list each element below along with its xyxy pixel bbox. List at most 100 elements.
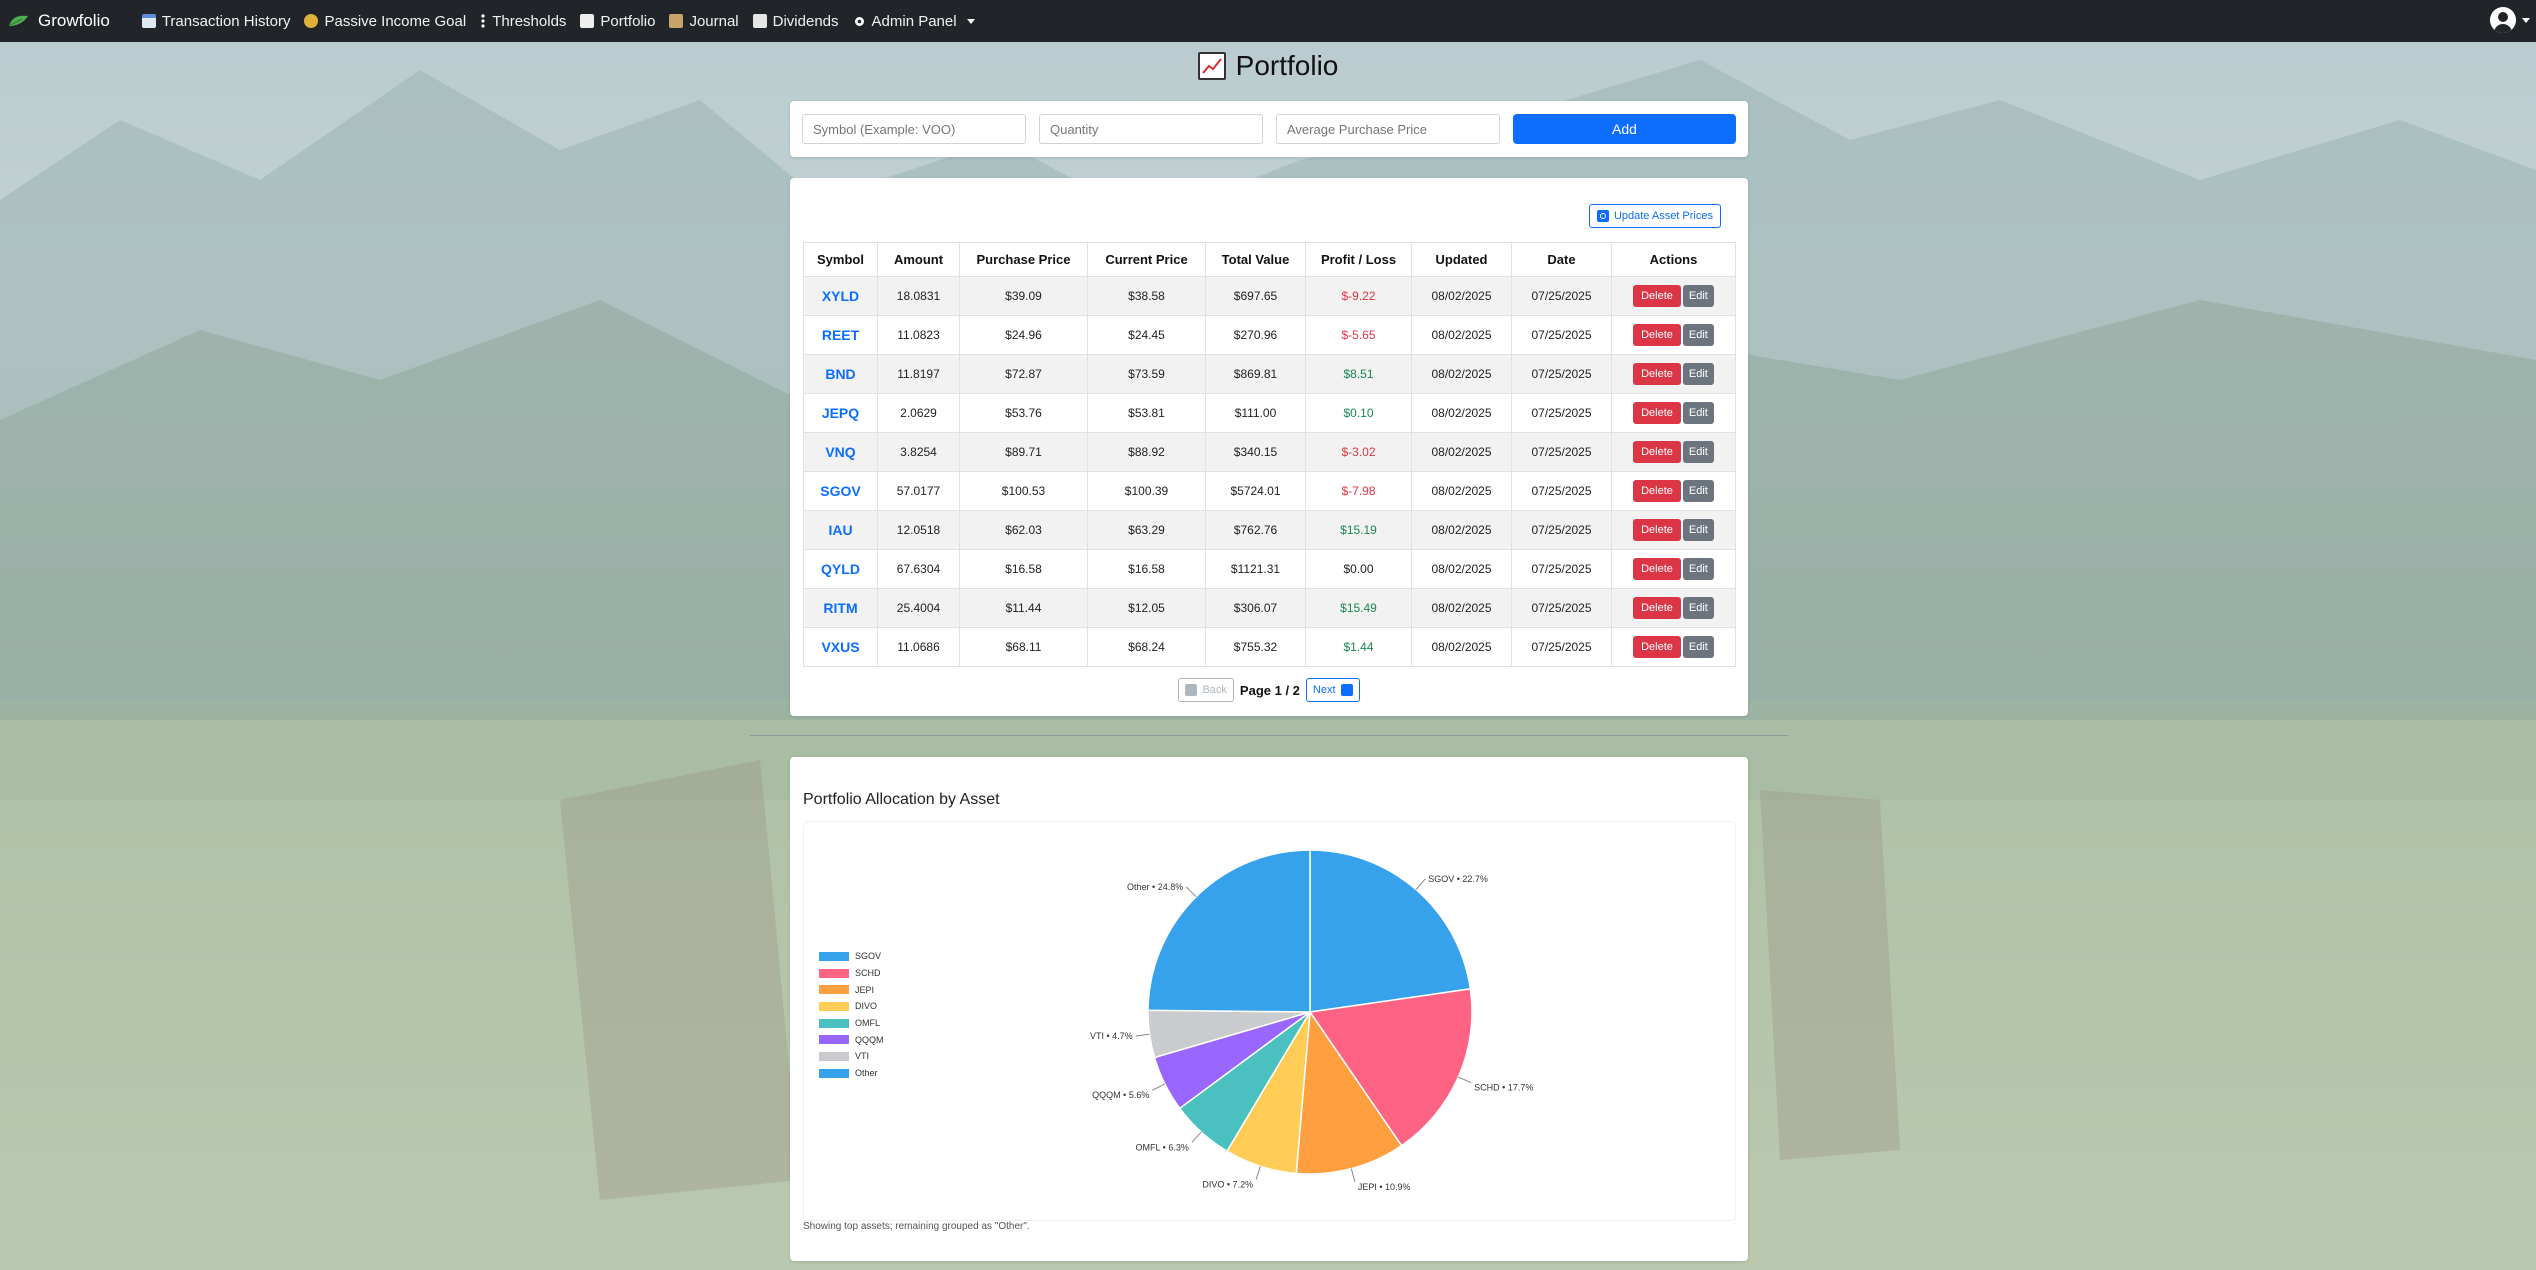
amount-cell: 25.4004 [896, 601, 941, 615]
edit-button[interactable]: Edit [1682, 441, 1714, 463]
purchase-price-cell: $16.58 [959, 549, 1088, 589]
page-indicator: Page 1 / 2 [1239, 682, 1300, 698]
delete-button[interactable]: Delete [1633, 324, 1681, 346]
updated-cell: 08/02/2025 [1431, 289, 1492, 303]
updated-cell: 08/02/2025 [1431, 406, 1492, 420]
brand-name: Growfolio [38, 11, 110, 30]
nav-transaction-history[interactable]: Transaction History [141, 13, 290, 30]
delete-button[interactable]: Delete [1633, 402, 1681, 424]
delete-button[interactable]: Delete [1633, 363, 1681, 385]
date-cell: 07/25/2025 [1531, 523, 1592, 537]
arrow-right-icon [1340, 684, 1353, 696]
current-price-cell: $16.58 [1087, 549, 1206, 589]
header-symbol: Symbol [803, 242, 878, 277]
symbol-link[interactable]: VNQ [825, 444, 855, 460]
symbol-link[interactable]: JEPQ [822, 405, 859, 421]
delete-button[interactable]: Delete [1633, 558, 1681, 580]
updated-cell: 08/02/2025 [1411, 315, 1512, 355]
nav-portfolio[interactable]: Portfolio [580, 13, 655, 30]
profit-loss-cell: $15.19 [1305, 510, 1412, 550]
amount-cell: 2.0629 [900, 406, 937, 420]
table-row: RITM 25.4004 $11.44 $12.05 $306.07 $15.49 08/0… [803, 588, 1736, 628]
edit-button[interactable]: Edit [1682, 285, 1714, 307]
nav-thresholds[interactable]: Thresholds [480, 13, 566, 30]
pie-slice-other[interactable] [1147, 849, 1311, 1013]
total-value-cell: $697.65 [1205, 276, 1306, 316]
purchase-price-cell: $24.96 [959, 315, 1088, 355]
profit-loss-cell: $-5.65 [1341, 328, 1376, 342]
actions-cell: Delete Edit [1611, 432, 1736, 472]
delete-button[interactable]: Delete [1633, 636, 1681, 658]
edit-button[interactable]: Edit [1682, 597, 1714, 619]
purchase-price-cell: $53.76 [959, 393, 1088, 433]
chevron-down-icon [966, 18, 975, 24]
nav-dividends[interactable]: Dividends [752, 13, 839, 30]
updated-cell: 08/02/2025 [1431, 523, 1492, 537]
delete-button[interactable]: Delete [1633, 597, 1681, 619]
purchase-price-cell: $53.76 [1005, 406, 1042, 420]
table-row: REET 11.0823 $24.96 $24.45 $270.96 $-5.65 08/0… [803, 315, 1736, 355]
date-cell: 07/25/2025 [1511, 354, 1612, 394]
pie-slice-label: Other • 24.8% [1127, 882, 1183, 892]
symbol-link[interactable]: RITM [823, 600, 857, 616]
symbol-link[interactable]: VXUS [821, 639, 859, 655]
delete-button[interactable]: Delete [1633, 441, 1681, 463]
symbol-link[interactable]: SGOV [820, 483, 860, 499]
profit-loss-cell: $-3.02 [1341, 445, 1376, 459]
nav-admin-panel[interactable]: Admin Panel [853, 13, 975, 30]
symbol-link[interactable]: IAU [828, 522, 852, 538]
edit-button[interactable]: Edit [1682, 558, 1714, 580]
next-button[interactable]: Next [1305, 678, 1360, 702]
symbol-link[interactable]: QYLD [821, 561, 860, 577]
back-button[interactable]: Back [1178, 678, 1234, 702]
update-asset-prices-button[interactable]: Update Asset Prices [1588, 204, 1721, 228]
edit-button[interactable]: Edit [1682, 519, 1714, 541]
symbol-link[interactable]: BND [825, 366, 855, 382]
add-button[interactable]: Add [1513, 114, 1736, 144]
symbol-cell: VNQ [803, 432, 878, 472]
total-value-cell: $869.81 [1205, 354, 1306, 394]
symbol-link[interactable]: REET [822, 327, 859, 343]
quantity-input[interactable] [1039, 114, 1263, 144]
current-price-cell: $88.92 [1128, 445, 1165, 459]
updated-cell: 08/02/2025 [1431, 562, 1492, 576]
edit-button[interactable]: Edit [1682, 636, 1714, 658]
vertical-dots-icon [481, 14, 485, 28]
allocation-note: Showing top assets; remaining grouped as… [803, 1221, 1030, 1232]
updated-cell: 08/02/2025 [1411, 432, 1512, 472]
symbol-link[interactable]: XYLD [822, 288, 859, 304]
delete-button[interactable]: Delete [1633, 285, 1681, 307]
symbol-input[interactable] [802, 114, 1026, 144]
edit-button[interactable]: Edit [1682, 363, 1714, 385]
delete-button[interactable]: Delete [1633, 480, 1681, 502]
pie-slice-label: OMFL • 6.3% [1136, 1142, 1189, 1152]
holdings-table: Symbol Amount Purchase Price Current Pri… [803, 242, 1736, 667]
total-value-cell: $111.00 [1234, 406, 1277, 420]
header-amount: Amount [877, 242, 960, 277]
holdings-card: Update Asset Prices Symbol Amount Purcha… [790, 178, 1748, 716]
updated-cell: 08/02/2025 [1431, 328, 1492, 342]
current-price-cell: $100.39 [1124, 484, 1169, 498]
brand[interactable]: Growfolio [0, 11, 110, 31]
current-price-cell: $12.05 [1087, 588, 1206, 628]
arrow-left-icon [1185, 684, 1198, 696]
chevron-down-icon [2522, 17, 2530, 23]
allocation-chart-area: SGOV SCHD JEPI DIVO OMFL QQQM VTI Other SGOV • … [803, 821, 1736, 1221]
nav-label: Admin Panel [871, 12, 957, 30]
next-label: Next [1312, 684, 1336, 696]
edit-button[interactable]: Edit [1682, 480, 1714, 502]
updated-cell: 08/02/2025 [1411, 510, 1512, 550]
symbol-cell: IAU [803, 510, 878, 550]
nav-journal[interactable]: Journal [669, 13, 739, 30]
actions-cell: Delete Edit [1611, 627, 1736, 667]
current-price-cell: $68.24 [1128, 640, 1165, 654]
edit-button[interactable]: Edit [1682, 402, 1714, 424]
user-menu[interactable] [2490, 7, 2530, 33]
page-title-row: Portfolio [0, 50, 2536, 82]
delete-button[interactable]: Delete [1633, 519, 1681, 541]
average-purchase-price-input[interactable] [1276, 114, 1500, 144]
nav-passive-income-goal[interactable]: Passive Income Goal [304, 13, 466, 30]
profit-loss-cell: $1.44 [1343, 640, 1374, 654]
edit-button[interactable]: Edit [1682, 324, 1714, 346]
current-price-cell: $88.92 [1087, 432, 1206, 472]
